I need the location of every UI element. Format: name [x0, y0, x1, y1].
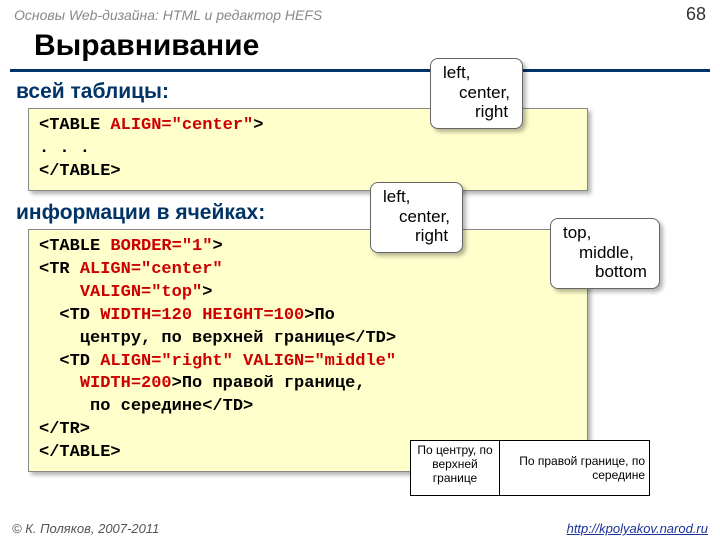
preview-table: По центру, по верхней границе По правой …: [410, 440, 650, 496]
callout-line: left,: [383, 187, 450, 207]
code-highlight: WIDTH=200: [80, 374, 172, 393]
callout-line: center,: [443, 83, 510, 103]
code-text: >: [212, 237, 222, 256]
callout-line: right: [383, 226, 450, 246]
code-text: </TABLE>: [39, 162, 121, 181]
preview-cell-1: По центру, по верхней границе: [410, 440, 500, 496]
code-text: >По правой границе,: [172, 374, 366, 393]
code-highlight: ALIGN="center": [110, 116, 253, 135]
section1-heading: всей таблицы:: [16, 80, 706, 104]
code-text: >: [253, 116, 263, 135]
code-text: </TR>: [39, 420, 90, 439]
callout-line: right: [443, 102, 510, 122]
code-text: <TABLE: [39, 237, 110, 256]
code-text: >По: [304, 306, 335, 325]
course-title: Основы Web-дизайна: HTML и редактор HEFS: [14, 7, 322, 23]
code-highlight: BORDER="1": [110, 237, 212, 256]
code-highlight: ALIGN="center": [80, 260, 223, 279]
callout-line: center,: [383, 207, 450, 227]
code-text: [39, 283, 80, 302]
callout-align-2: left, center, right: [370, 182, 463, 253]
callout-line: bottom: [563, 262, 647, 282]
code-highlight: ALIGN="right" VALIGN="middle": [100, 352, 396, 371]
header: Основы Web-дизайна: HTML и редактор HEFS…: [0, 0, 720, 27]
callout-line: top,: [563, 223, 647, 243]
preview-cell-2: По правой границе, по середине: [500, 440, 650, 496]
callout-line: middle,: [563, 243, 647, 263]
callout-align-1: left, center, right: [430, 58, 523, 129]
content: всей таблицы: <TABLE ALIGN="center"> . .…: [0, 80, 720, 472]
page-number: 68: [686, 4, 706, 25]
code-text: <TD: [39, 352, 100, 371]
slide-title: Выравнивание: [10, 27, 710, 72]
callout-line: left,: [443, 63, 510, 83]
code-text: центру, по верхней границе</TD>: [39, 329, 396, 348]
code-text: <TD: [39, 306, 100, 325]
code-text: </TABLE>: [39, 443, 121, 462]
footer-link[interactable]: http://kpolyakov.narod.ru: [567, 521, 708, 536]
code-block-2: <TABLE BORDER="1"> <TR ALIGN="center" VA…: [28, 229, 588, 472]
copyright: © К. Поляков, 2007-2011: [12, 521, 159, 536]
code-text: . . .: [39, 139, 90, 158]
code-text: <TR: [39, 260, 80, 279]
callout-valign: top, middle, bottom: [550, 218, 660, 289]
code-text: <TABLE: [39, 116, 110, 135]
footer: © К. Поляков, 2007-2011 http://kpolyakov…: [0, 521, 720, 536]
code-text: по середине</TD>: [39, 397, 253, 416]
code-text: >: [202, 283, 212, 302]
code-highlight: VALIGN="top": [80, 283, 202, 302]
code-highlight: WIDTH=120 HEIGHT=100: [100, 306, 304, 325]
code-text: [39, 374, 80, 393]
